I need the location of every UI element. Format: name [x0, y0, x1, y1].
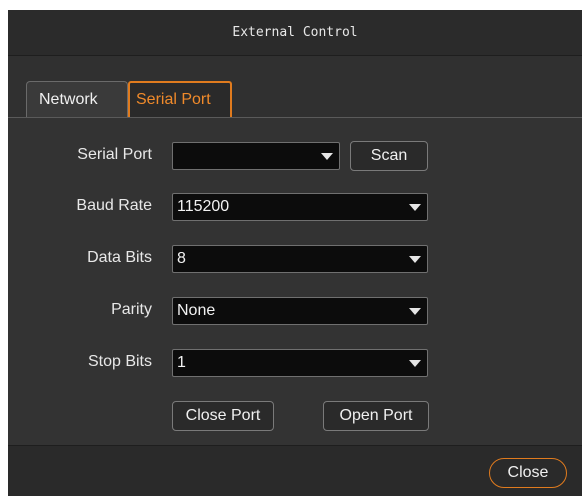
tab-serial-port-label: Serial Port	[136, 91, 211, 108]
close-button-label: Close	[507, 464, 549, 481]
stop-bits-select[interactable]: 1	[172, 349, 428, 377]
baud-rate-value: 115200	[177, 198, 230, 215]
data-bits-label: Data Bits	[87, 249, 152, 266]
tab-serial-port[interactable]: Serial Port	[128, 81, 232, 117]
dialog-title: External Control	[232, 25, 358, 40]
baud-rate-label: Baud Rate	[76, 197, 152, 214]
external-control-dialog: External Control Network Serial Port Ser…	[8, 10, 582, 496]
scan-button-label: Scan	[370, 147, 408, 164]
serial-port-panel: Serial Port Scan Baud Rate 115200 Data B…	[8, 117, 582, 445]
close-port-label: Close Port	[185, 407, 261, 424]
caret-down-icon	[409, 360, 421, 367]
stop-bits-value: 1	[177, 354, 186, 371]
serial-port-select[interactable]	[172, 142, 340, 170]
parity-value: None	[177, 302, 216, 319]
tab-bar: Network Serial Port	[26, 81, 232, 117]
data-bits-select[interactable]: 8	[172, 245, 428, 273]
parity-select[interactable]: None	[172, 297, 428, 325]
caret-down-icon	[321, 153, 333, 160]
serial-port-label: Serial Port	[77, 146, 152, 163]
parity-label: Parity	[111, 301, 152, 318]
open-port-button[interactable]: Open Port	[323, 401, 429, 431]
caret-down-icon	[409, 308, 421, 315]
dialog-footer: Close	[8, 445, 582, 496]
tab-network[interactable]: Network	[26, 81, 128, 117]
tab-network-label: Network	[39, 90, 98, 108]
caret-down-icon	[409, 204, 421, 211]
data-bits-value: 8	[177, 250, 186, 267]
caret-down-icon	[409, 256, 421, 263]
stop-bits-label: Stop Bits	[87, 353, 152, 370]
close-button[interactable]: Close	[489, 458, 567, 488]
dialog-titlebar: External Control	[8, 10, 582, 56]
close-port-button[interactable]: Close Port	[172, 401, 274, 431]
scan-button[interactable]: Scan	[350, 141, 428, 171]
open-port-label: Open Port	[339, 407, 413, 424]
baud-rate-select[interactable]: 115200	[172, 193, 428, 221]
